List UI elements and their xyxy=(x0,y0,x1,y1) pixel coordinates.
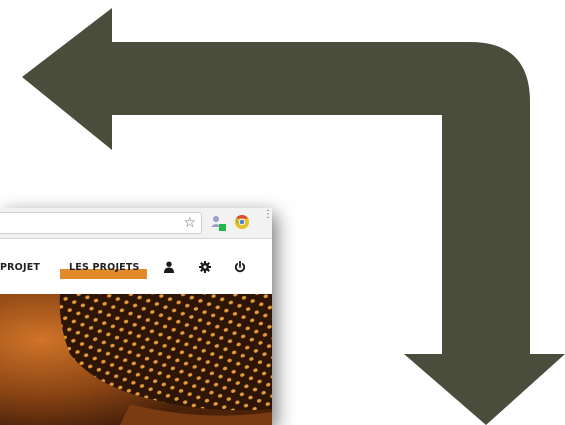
site-navigation: PROJET LES PROJETS xyxy=(0,239,272,294)
nav-link-projet[interactable]: PROJET xyxy=(0,262,40,273)
address-bar[interactable]: ☆ xyxy=(0,212,202,234)
star-icon[interactable]: ☆ xyxy=(183,214,196,232)
menu-icon[interactable]: ⋮ xyxy=(263,210,272,220)
hero-image xyxy=(0,294,272,425)
user-icon[interactable] xyxy=(163,261,175,273)
browser-window: ☆ ⋮ PROJET LES PROJETS xyxy=(0,208,272,425)
nav-link-les-projets[interactable]: LES PROJETS xyxy=(69,262,140,273)
browser-toolbar: ☆ ⋮ xyxy=(0,208,272,239)
settings-gear-icon[interactable] xyxy=(199,261,211,273)
chrome-extension-icon[interactable] xyxy=(235,215,249,229)
extension-user-icon[interactable] xyxy=(210,214,226,232)
power-icon[interactable] xyxy=(234,261,246,273)
hero-photo xyxy=(0,294,272,425)
